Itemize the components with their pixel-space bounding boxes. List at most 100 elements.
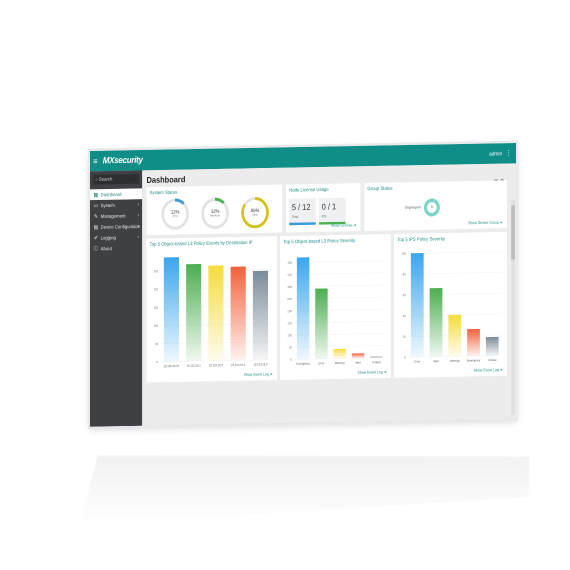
y-tick-label: 0 [404,355,406,359]
status-ring: 12% Memory [201,197,229,230]
license-ips-label: IPS [321,214,327,219]
user-name[interactable]: admin [489,150,502,156]
bar[interactable] [351,353,365,359]
sidebar-item-label: Dashboard [100,191,122,198]
group-status-card: Group Status 0 Ungrouped Show Device Gro… [364,180,507,231]
status-ring-center: 12% Memory [203,200,227,227]
system-status-card: System Status 12% CPU 12% Memory 85% Disk [146,184,283,236]
y-tick-label: 0 [290,357,292,361]
chevron-right-icon: › [137,234,139,240]
show-event-log-link[interactable]: Show Event Log ➔ [244,372,273,377]
x-tick-label: 10.123.16.3 [253,362,267,367]
search-placeholder: Search [98,176,113,183]
bar-chart-ips-severity: 0 20 40 60 80 100 Error Alert Warning Emergency Cr… [401,251,502,364]
app-window: ≡ MXsecurity admin ⋮ ⌕ Search ▦ Dashboard… [90,143,516,427]
bar[interactable] [410,253,424,358]
card-title: System Status [149,189,178,196]
y-tick-label: 400 [287,260,292,264]
x-tick-label: Error [414,359,420,363]
card-title: Top 5 Object-based L3 Policy Severity [283,237,356,245]
x-tick-label: Alert [433,359,439,363]
bar[interactable] [163,257,179,362]
x-tick-label: Critical [488,358,496,362]
y-tick-label: 150 [154,305,159,309]
status-ring-center: 85% Disk [243,199,267,226]
y-tick-label: 250 [287,297,292,301]
device-icon: ▤ [93,223,99,231]
bar[interactable] [186,264,202,362]
y-tick-label: 100 [401,251,406,255]
more-icon[interactable]: ⋮ [505,148,511,157]
menu-icon[interactable]: ≡ [93,156,100,166]
wrench-icon: ✎ [93,213,98,220]
license-total-label: Total [291,215,299,220]
y-tick-label: 100 [287,333,292,337]
brand-logo: MXsecurity [102,154,143,166]
product-shot: ≡ MXsecurity admin ⋮ ⌕ Search ▦ Dashboard… [0,0,570,570]
license-total-bar [289,222,316,226]
card-title: Top 5 IPS Policy Severity [397,236,445,243]
group-donut: 0 [423,198,440,217]
y-tick-label: 40 [403,314,406,318]
search-input[interactable]: ⌕ Search [93,174,139,185]
status-ring: 85% Disk [241,196,269,229]
sidebar-item-label: Management [100,213,126,220]
sidebar-item-about[interactable]: ⓘ About [90,242,142,254]
group-legend: Ungrouped [404,205,421,210]
y-tick-label: 0 [157,360,159,364]
x-tick-label: Warning [450,358,460,362]
card-title: Node License Usage [289,186,329,193]
node-license-card: Node License Usage 5 / 12 Total 0 / 1 IP… [285,183,361,233]
status-ring-center: 12% CPU [164,201,187,227]
x-tick-label: Critical [372,360,380,364]
bar[interactable] [333,348,346,359]
bar[interactable] [252,270,269,361]
y-tick-label: 250 [154,269,159,273]
reflection [80,455,530,525]
x-tick-label: 10.123.16.2 [209,363,223,368]
y-tick-label: 100 [154,324,159,328]
bar[interactable] [485,336,499,356]
log-icon: ✐ [93,234,98,241]
x-tick-label: Emergency [296,361,310,365]
chevron-right-icon: › [137,212,139,218]
license-total-value: 5 / 12 [291,202,311,212]
sidebar-item-label: System [100,202,115,209]
bar[interactable] [315,288,328,359]
bar[interactable] [230,266,246,361]
y-tick-label: 50 [289,345,292,349]
sidebar-nav: ▦ Dashboard ▭ System › ✎ Management › ▤ Device Co… [90,188,143,254]
bar[interactable] [370,356,383,358]
scrollbar-thumb[interactable] [511,205,515,260]
bar[interactable] [448,314,462,357]
license-ips-box: 0 / 1 IPS [318,197,346,223]
bar-chart-destination: 0 50 100 150 200 250 10.123.16.37 10.123.16.1 10… [154,257,272,369]
y-tick-label: 150 [287,321,292,325]
chart-panel-l3-severity: Top 5 Object-based L3 Policy Severity 0 5… [280,234,391,381]
x-tick-label: Error [318,361,324,365]
y-tick-label: 50 [155,342,158,346]
y-tick-label: 20 [403,335,406,339]
status-ring-label: Disk [252,213,258,217]
chevron-right-icon: › [137,201,139,208]
show-event-log-link[interactable]: Show Event Log ➔ [474,367,503,373]
show-license-link[interactable]: Show License ➔ [331,223,356,228]
x-tick-label: 10.123.16.1 [187,363,201,368]
scrollbar[interactable] [511,199,515,416]
card-title: Group Status [367,185,393,192]
page-title: Dashboard [146,174,186,185]
bar[interactable] [429,288,443,357]
show-event-log-link[interactable]: Show Event Log ➔ [358,370,387,375]
y-tick-label: 60 [403,293,406,297]
show-group-link[interactable]: Show Device Group ➔ [468,220,503,226]
bar[interactable] [467,328,480,357]
main-content: Dashboard ▤ ⚙ System Status 12%CPU12%Mem… [142,163,516,426]
bar[interactable] [296,257,310,360]
info-icon: ⓘ [93,245,99,252]
bar[interactable] [208,265,224,362]
status-rings: 12% CPU 12% Memory 85% Disk [146,185,282,230]
license-ips-value: 0 / 1 [321,201,337,212]
x-tick-label: 10.123.16.37 [164,364,180,369]
monitor-icon: ▭ [93,202,99,209]
y-tick-label: 300 [287,285,292,289]
